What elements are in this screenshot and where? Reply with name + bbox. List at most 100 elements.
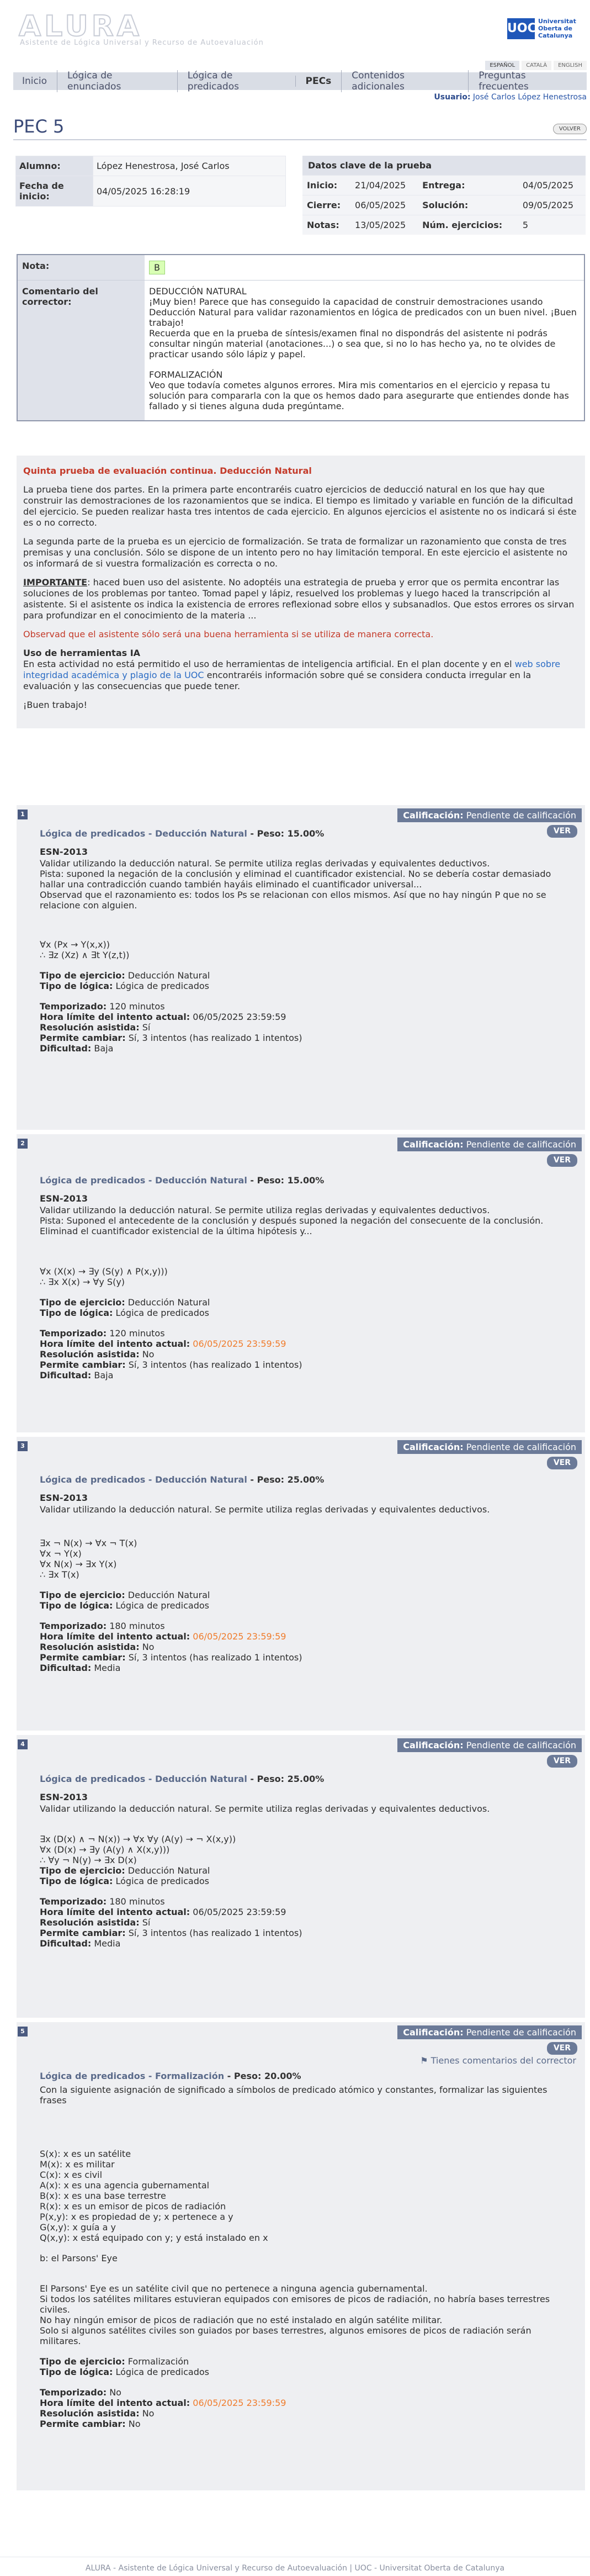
- flag-icon: ⚑: [420, 2055, 428, 2066]
- tipo-ej-value: Deducción Natural: [127, 1865, 210, 1876]
- nav-pecs[interactable]: PECs: [295, 76, 342, 87]
- perm-value: Sí, 3 intentos (has realizado 1 intentos…: [128, 1360, 302, 1370]
- back-button[interactable]: VOLVER: [552, 124, 587, 134]
- instructions-warning: Observad que el asistente sólo será una …: [23, 629, 434, 639]
- hora-label: Hora límite del intento actual:: [40, 1012, 190, 1022]
- user-name[interactable]: José Carlos López Henestrosa: [473, 93, 587, 102]
- symbol-def: P(x,y): x es propiedad de y; x pertenece…: [40, 2212, 233, 2222]
- instructions-heading: Quinta prueba de evaluación continua. De…: [23, 466, 312, 476]
- question-weight: 20.00%: [264, 2071, 301, 2081]
- view-button[interactable]: VER: [546, 1154, 577, 1167]
- symbol-def: B(x): x es una base terrestre: [40, 2191, 166, 2201]
- question-body: Lógica de predicados - Deducción Natural…: [40, 828, 574, 1054]
- solucion-value: 09/05/2025: [518, 195, 586, 215]
- formula: ∀x N(x) → ∃x Y(x): [40, 1559, 117, 1569]
- temp-value: 120 minutos: [109, 1001, 165, 1012]
- view-button[interactable]: VER: [546, 2042, 577, 2055]
- question-weight-label: - Peso:: [224, 2071, 262, 2081]
- question-topic[interactable]: Lógica de predicados - Deducción Natural: [40, 828, 247, 839]
- ai-tools-heading: Uso de herramientas IA: [23, 648, 141, 658]
- hora-label: Hora límite del intento actual:: [40, 1907, 190, 1917]
- entrega-value: 04/05/2025: [518, 175, 586, 195]
- grade-status-label: Calificación:: [403, 1740, 464, 1750]
- cierre-value: 06/05/2025: [350, 195, 418, 215]
- uoc-logo[interactable]: UOC Universitat Oberta de Catalunya: [507, 18, 583, 39]
- fecha-value: 04/05/2025 16:28:19: [93, 176, 286, 207]
- tipo-ej-label: Tipo de ejercicio:: [40, 1297, 125, 1308]
- grade-status-value: Pendiente de calificación: [466, 1442, 576, 1452]
- tipo-log-label: Tipo de lógica:: [40, 1600, 113, 1611]
- alura-logo[interactable]: ALURA: [18, 12, 142, 41]
- instructions-closing: ¡Buen trabajo!: [23, 700, 87, 710]
- uoc-name: Universitat Oberta de Catalunya: [538, 18, 576, 39]
- question-topic[interactable]: Lógica de predicados - Deducción Natural: [40, 1175, 247, 1186]
- dif-value: Media: [94, 1663, 121, 1673]
- user-info: Usuario: José Carlos López Henestrosa: [434, 93, 587, 102]
- perm-label: Permite cambiar:: [40, 1360, 126, 1370]
- question-topic[interactable]: Lógica de predicados - Deducción Natural: [40, 1474, 247, 1485]
- nav-logica-enunciados[interactable]: Lógica de enunciados: [56, 70, 177, 92]
- site-tagline: Asistente de Lógica Universal y Recurso …: [20, 39, 264, 47]
- res-label: Resolución asistida:: [40, 1642, 140, 1652]
- language-selector: ESPAÑOL CATALÀ ENGLISH: [485, 61, 587, 70]
- hora-value: 06/05/2025 23:59:59: [193, 1631, 286, 1642]
- cierre-label: Cierre:: [302, 195, 351, 215]
- symbol-def: C(x): x es civil: [40, 2170, 103, 2180]
- tipo-ej-label: Tipo de ejercicio:: [40, 970, 125, 981]
- perm-label: Permite cambiar:: [40, 1928, 126, 1938]
- grade-status-label: Calificación:: [403, 810, 464, 821]
- temp-value: No: [109, 2387, 121, 2398]
- tipo-ej-label: Tipo de ejercicio:: [40, 1865, 125, 1876]
- nav-contenidos[interactable]: Contenidos adicionales: [341, 70, 468, 92]
- tipo-log-value: Lógica de predicados: [115, 1876, 209, 1886]
- site-header: ALURA Asistente de Lógica Universal y Re…: [0, 0, 590, 61]
- question-card: 3 Calificación: Pendiente de calificació…: [17, 1432, 585, 1731]
- question-number: 4: [18, 1739, 28, 1749]
- lang-es[interactable]: ESPAÑOL: [485, 61, 520, 70]
- exercise-code: ESN-2013: [40, 1792, 88, 1802]
- tipo-ej-label: Tipo de ejercicio:: [40, 2356, 125, 2367]
- question-weight-label: - Peso:: [247, 1774, 285, 1784]
- grader-comments-link[interactable]: ⚑ Tienes comentarios del corrector: [420, 2055, 576, 2066]
- res-value: Sí: [142, 1022, 151, 1033]
- view-button[interactable]: VER: [546, 1457, 577, 1469]
- exercise-desc: Validar utilizando la deducción natural.…: [40, 1205, 490, 1215]
- perm-value: Sí, 3 intentos (has realizado 1 intentos…: [128, 1652, 302, 1663]
- comment-heading-form: FORMALIZACIÓN: [149, 369, 223, 380]
- question-topic[interactable]: Lógica de predicados - Deducción Natural: [40, 1774, 247, 1784]
- view-button[interactable]: VER: [546, 1755, 577, 1768]
- nav-faq[interactable]: Preguntas frecuentes: [468, 70, 587, 92]
- tipo-log-label: Tipo de lógica:: [40, 981, 113, 991]
- lang-en[interactable]: ENGLISH: [554, 61, 587, 70]
- entrega-label: Entrega:: [418, 175, 518, 195]
- grader-comment: DEDUCCIÓN NATURAL ¡Muy bien! Parece que …: [145, 281, 584, 421]
- exercise-code: ESN-2013: [40, 1493, 88, 1503]
- temp-label: Temporizado:: [40, 2387, 107, 2398]
- res-label: Resolución asistida:: [40, 2408, 140, 2419]
- perm-label: Permite cambiar:: [40, 2419, 126, 2429]
- nota-label: Nota:: [18, 255, 145, 281]
- constant-def: b: el Parsons' Eye: [40, 2253, 118, 2263]
- grade-status: Calificación: Pendiente de calificación: [397, 808, 582, 822]
- lang-ca[interactable]: CATALÀ: [522, 61, 552, 70]
- dif-label: Dificultad:: [40, 1938, 92, 1949]
- dif-value: Baja: [94, 1370, 114, 1380]
- symbol-def: M(x): x es militar: [40, 2159, 115, 2170]
- question-number: 5: [18, 2027, 28, 2037]
- question-title: Lógica de predicados - Deducción Natural…: [40, 1774, 574, 1784]
- question-topic[interactable]: Lógica de predicados - Formalización: [40, 2071, 224, 2081]
- temp-label: Temporizado:: [40, 1328, 107, 1339]
- question-body: Lógica de predicados - Deducción Natural…: [40, 1774, 574, 1949]
- tipo-log-label: Tipo de lógica:: [40, 1876, 113, 1886]
- inicio-value: 21/04/2025: [350, 175, 418, 195]
- nav-inicio[interactable]: Inicio: [19, 76, 57, 87]
- ai-tools-section: Uso de herramientas IA En esta actividad …: [23, 648, 578, 692]
- nav-logica-predicados[interactable]: Lógica de predicados: [177, 70, 295, 92]
- instructions-text: La prueba tiene dos partes. En la primer…: [23, 484, 577, 528]
- perm-label: Permite cambiar:: [40, 1033, 126, 1043]
- formula: ∴ ∃x T(x): [40, 1569, 79, 1580]
- notas-value: 13/05/2025: [350, 215, 418, 235]
- question-number: 2: [18, 1139, 28, 1149]
- grade-box: Nota: B Comentario del corrector: DEDUCCI…: [17, 254, 585, 421]
- exercise-desc: Con la siguiente asignación de significa…: [40, 2085, 548, 2106]
